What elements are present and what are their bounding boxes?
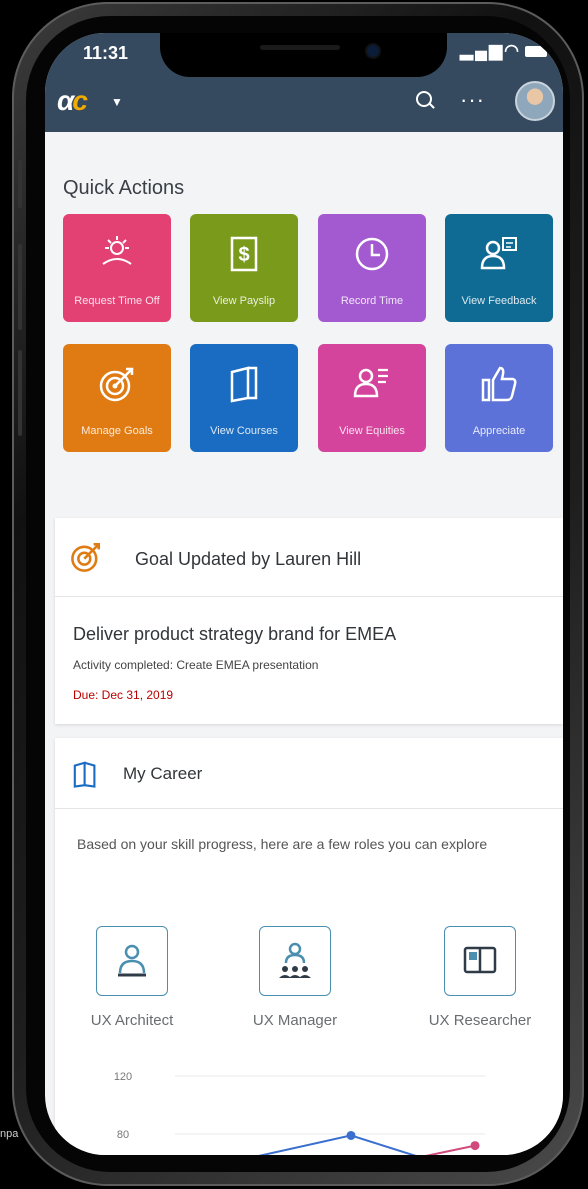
edge-text: npa bbox=[0, 1128, 19, 1140]
app-screen: 11:31 ▂▄▆◠ αc ▼ ··· Quick Actions Reques… bbox=[45, 33, 563, 1155]
book-icon bbox=[73, 761, 96, 788]
role-label: UX Researcher bbox=[428, 1012, 532, 1029]
team-icon bbox=[279, 942, 311, 978]
logo-alpha: α bbox=[57, 85, 74, 116]
book-icon bbox=[230, 366, 258, 403]
volume-down-button bbox=[18, 350, 22, 436]
status-time: 11:31 bbox=[83, 43, 129, 63]
search-icon[interactable] bbox=[416, 91, 432, 107]
wifi-icon: ◠ bbox=[504, 41, 521, 60]
feedback-icon bbox=[480, 237, 517, 270]
shell-header: 11:31 ▂▄▆◠ αc ▼ ··· bbox=[45, 33, 563, 132]
thumbs-up-icon bbox=[481, 366, 517, 402]
chevron-down-icon[interactable]: ▼ bbox=[111, 95, 123, 109]
notch bbox=[160, 33, 447, 77]
career-card-title: My Career bbox=[123, 764, 203, 783]
my-career-card[interactable]: My Career Based on your skill progress, … bbox=[55, 738, 563, 1155]
equities-icon bbox=[353, 368, 388, 398]
tile-label: Appreciate bbox=[472, 425, 526, 437]
data-point bbox=[346, 1130, 356, 1140]
tile-label: View Feedback bbox=[461, 295, 537, 307]
svg-text:$: $ bbox=[238, 244, 249, 266]
quick-action-record-time[interactable]: Record Time bbox=[318, 214, 426, 322]
role-ux-researcher[interactable]: UX Researcher bbox=[415, 926, 545, 1029]
avatar[interactable] bbox=[515, 81, 555, 121]
role-icon-box bbox=[96, 926, 168, 996]
tile-label: View Payslip bbox=[212, 295, 276, 307]
role-icon-box bbox=[444, 926, 516, 996]
mute-switch bbox=[18, 160, 22, 208]
tile-label: View Equities bbox=[339, 425, 405, 437]
book-open-icon bbox=[463, 946, 497, 974]
battery-icon bbox=[525, 46, 547, 58]
tile-label: Record Time bbox=[340, 295, 404, 307]
more-icon[interactable]: ··· bbox=[460, 87, 485, 113]
quick-action-view-feedback[interactable]: View Feedback bbox=[445, 214, 553, 322]
quick-action-view-equities[interactable]: View Equities bbox=[318, 344, 426, 452]
y-tick-label: 80 bbox=[117, 1129, 129, 1141]
quick-action-view-courses[interactable]: View Courses bbox=[190, 344, 298, 452]
quick-actions-title: Quick Actions bbox=[63, 177, 185, 199]
target-icon bbox=[71, 542, 101, 572]
career-description: Based on your skill progress, here are a… bbox=[77, 836, 488, 852]
goal-card-title: Goal Updated by Lauren Hill bbox=[135, 549, 362, 569]
skill-progress-chart: 120 80 bbox=[114, 1071, 485, 1155]
goal-name: Deliver product strategy brand for EMEA bbox=[73, 624, 397, 644]
goal-update-card[interactable]: Goal Updated by Lauren Hill Deliver prod… bbox=[55, 518, 563, 724]
quick-action-manage-goals[interactable]: Manage Goals bbox=[63, 344, 171, 452]
y-tick-label: 120 bbox=[114, 1071, 132, 1083]
volume-up-button bbox=[18, 244, 22, 330]
clock-icon bbox=[355, 237, 389, 271]
person-icon bbox=[118, 944, 146, 977]
role-ux-manager[interactable]: UX Manager bbox=[240, 926, 350, 1029]
goal-due-date: Due: Dec 31, 2019 bbox=[73, 688, 174, 702]
goal-activity: Activity completed: Create EMEA presenta… bbox=[73, 658, 319, 672]
logo-c: c bbox=[72, 85, 88, 116]
role-label: UX Manager bbox=[252, 1012, 338, 1029]
tile-label: Manage Goals bbox=[81, 425, 153, 437]
quick-action-view-payslip[interactable]: $ View Payslip bbox=[190, 214, 298, 322]
speaker bbox=[260, 45, 340, 50]
camera-icon bbox=[367, 45, 379, 57]
career-card-header: My Career bbox=[55, 738, 563, 809]
sun-icon bbox=[102, 236, 132, 265]
chart-series bbox=[258, 1130, 480, 1155]
series-line-1 bbox=[425, 1144, 476, 1155]
quick-action-request-time-off[interactable]: Request Time Off bbox=[63, 214, 171, 322]
tile-label: Request Time Off bbox=[74, 295, 160, 307]
app-logo[interactable]: αc bbox=[57, 85, 88, 117]
data-point bbox=[470, 1141, 480, 1151]
signal-icon: ▂▄▆ bbox=[459, 41, 505, 60]
tile-label: View Courses bbox=[210, 425, 278, 437]
payslip-icon: $ bbox=[230, 236, 258, 272]
target-icon bbox=[99, 367, 134, 402]
role-ux-architect[interactable]: UX Architect bbox=[77, 926, 187, 1029]
goal-card-header: Goal Updated by Lauren Hill bbox=[55, 518, 563, 597]
status-icons: ▂▄▆◠ bbox=[460, 41, 547, 61]
role-icon-box bbox=[259, 926, 331, 996]
role-label: UX Architect bbox=[90, 1012, 174, 1029]
quick-action-appreciate[interactable]: Appreciate bbox=[445, 344, 553, 452]
